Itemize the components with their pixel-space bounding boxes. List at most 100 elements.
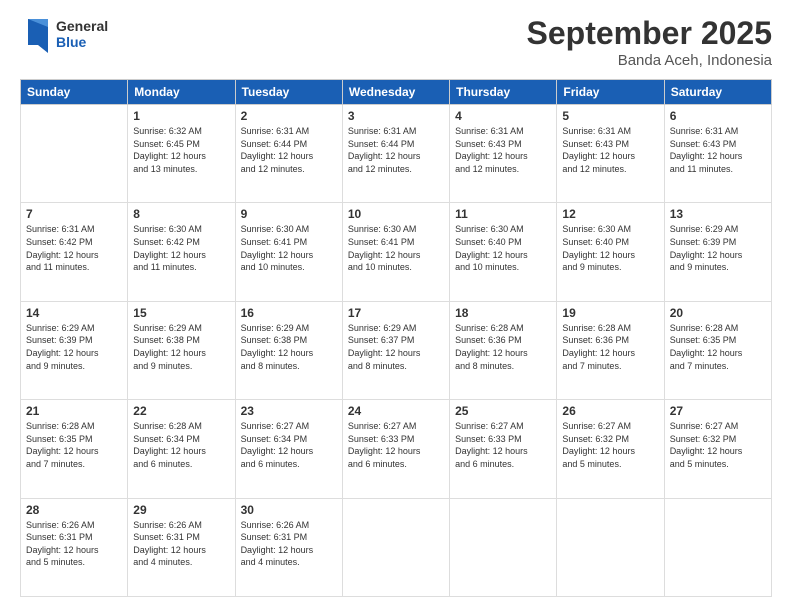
day-info: Sunrise: 6:31 AM Sunset: 6:42 PM Dayligh… bbox=[26, 223, 122, 273]
calendar-day-cell: 4 Sunrise: 6:31 AM Sunset: 6:43 PM Daylig… bbox=[450, 105, 557, 203]
calendar-day-cell: 6Sunrise: 6:31 AM Sunset: 6:43 PM Daylig… bbox=[664, 105, 771, 203]
calendar-day-cell bbox=[450, 498, 557, 596]
day-number: 1 bbox=[133, 109, 229, 123]
day-number: 15 bbox=[133, 306, 229, 320]
calendar-day-cell: 1 Sunrise: 6:32 AM Sunset: 6:45 PM Daylig… bbox=[128, 105, 235, 203]
day-info: Sunrise: 6:29 AM Sunset: 6:39 PM Dayligh… bbox=[26, 322, 122, 372]
calendar-week-row: 1 Sunrise: 6:32 AM Sunset: 6:45 PM Daylig… bbox=[21, 105, 772, 203]
day-number: 22 bbox=[133, 404, 229, 418]
calendar-day-cell: 3 Sunrise: 6:31 AM Sunset: 6:44 PM Daylig… bbox=[342, 105, 449, 203]
day-number: 2 bbox=[241, 109, 337, 123]
calendar-day-cell: 22Sunrise: 6:28 AM Sunset: 6:34 PM Dayli… bbox=[128, 400, 235, 498]
logo: General Blue bbox=[20, 15, 108, 53]
day-info: Sunrise: 6:27 AM Sunset: 6:33 PM Dayligh… bbox=[348, 420, 444, 470]
calendar-week-row: 14 Sunrise: 6:29 AM Sunset: 6:39 PM Dayli… bbox=[21, 301, 772, 399]
day-info: Sunrise: 6:28 AM Sunset: 6:36 PM Dayligh… bbox=[455, 322, 551, 372]
page: General Blue September 2025 Banda Aceh, … bbox=[0, 0, 792, 612]
day-number: 20 bbox=[670, 306, 766, 320]
day-number: 12 bbox=[562, 207, 658, 221]
day-number: 6 bbox=[670, 109, 766, 123]
day-number: 8 bbox=[133, 207, 229, 221]
calendar-day-cell: 12 Sunrise: 6:30 AM Sunset: 6:40 PM Dayli… bbox=[557, 203, 664, 301]
calendar-day-cell: 29 Sunrise: 6:26 AM Sunset: 6:31 PM Dayli… bbox=[128, 498, 235, 596]
calendar-day-cell: 16Sunrise: 6:29 AM Sunset: 6:38 PM Dayli… bbox=[235, 301, 342, 399]
calendar-day-cell: 28 Sunrise: 6:26 AM Sunset: 6:31 PM Dayli… bbox=[21, 498, 128, 596]
day-number: 18 bbox=[455, 306, 551, 320]
calendar-day-cell: 5 Sunrise: 6:31 AM Sunset: 6:43 PM Daylig… bbox=[557, 105, 664, 203]
day-number: 3 bbox=[348, 109, 444, 123]
weekday-header: Wednesday bbox=[342, 80, 449, 105]
day-number: 21 bbox=[26, 404, 122, 418]
weekday-header: Monday bbox=[128, 80, 235, 105]
calendar-day-cell: 25 Sunrise: 6:27 AM Sunset: 6:33 PM Dayli… bbox=[450, 400, 557, 498]
month-title: September 2025 bbox=[527, 15, 772, 52]
day-info: Sunrise: 6:27 AM Sunset: 6:33 PM Dayligh… bbox=[455, 420, 551, 470]
day-info: Sunrise: 6:28 AM Sunset: 6:35 PM Dayligh… bbox=[670, 322, 766, 372]
logo-blue: Blue bbox=[56, 34, 108, 50]
logo-icon bbox=[20, 15, 52, 53]
day-info: Sunrise: 6:28 AM Sunset: 6:36 PM Dayligh… bbox=[562, 322, 658, 372]
calendar-day-cell bbox=[342, 498, 449, 596]
day-number: 26 bbox=[562, 404, 658, 418]
day-info: Sunrise: 6:30 AM Sunset: 6:40 PM Dayligh… bbox=[455, 223, 551, 273]
logo-text: General Blue bbox=[56, 18, 108, 50]
day-number: 24 bbox=[348, 404, 444, 418]
day-number: 17 bbox=[348, 306, 444, 320]
day-number: 10 bbox=[348, 207, 444, 221]
day-number: 13 bbox=[670, 207, 766, 221]
calendar-day-cell: 17 Sunrise: 6:29 AM Sunset: 6:37 PM Dayli… bbox=[342, 301, 449, 399]
day-info: Sunrise: 6:26 AM Sunset: 6:31 PM Dayligh… bbox=[241, 519, 337, 569]
day-number: 25 bbox=[455, 404, 551, 418]
weekday-header: Sunday bbox=[21, 80, 128, 105]
day-number: 29 bbox=[133, 503, 229, 517]
calendar-day-cell bbox=[557, 498, 664, 596]
day-info: Sunrise: 6:31 AM Sunset: 6:43 PM Dayligh… bbox=[562, 125, 658, 175]
calendar-week-row: 21 Sunrise: 6:28 AM Sunset: 6:35 PM Dayli… bbox=[21, 400, 772, 498]
location: Banda Aceh, Indonesia bbox=[527, 52, 772, 69]
weekday-header: Friday bbox=[557, 80, 664, 105]
calendar-day-cell: 2 Sunrise: 6:31 AM Sunset: 6:44 PM Daylig… bbox=[235, 105, 342, 203]
calendar-day-cell: 27 Sunrise: 6:27 AM Sunset: 6:32 PM Dayli… bbox=[664, 400, 771, 498]
day-number: 9 bbox=[241, 207, 337, 221]
day-info: Sunrise: 6:29 AM Sunset: 6:37 PM Dayligh… bbox=[348, 322, 444, 372]
calendar-day-cell bbox=[664, 498, 771, 596]
day-number: 4 bbox=[455, 109, 551, 123]
day-info: Sunrise: 6:28 AM Sunset: 6:35 PM Dayligh… bbox=[26, 420, 122, 470]
calendar-day-cell: 18 Sunrise: 6:28 AM Sunset: 6:36 PM Dayli… bbox=[450, 301, 557, 399]
day-number: 19 bbox=[562, 306, 658, 320]
day-info: Sunrise: 6:30 AM Sunset: 6:41 PM Dayligh… bbox=[241, 223, 337, 273]
calendar-day-cell: 23Sunrise: 6:27 AM Sunset: 6:34 PM Dayli… bbox=[235, 400, 342, 498]
day-number: 7 bbox=[26, 207, 122, 221]
calendar-week-row: 28 Sunrise: 6:26 AM Sunset: 6:31 PM Dayli… bbox=[21, 498, 772, 596]
day-number: 28 bbox=[26, 503, 122, 517]
day-info: Sunrise: 6:31 AM Sunset: 6:44 PM Dayligh… bbox=[348, 125, 444, 175]
day-number: 27 bbox=[670, 404, 766, 418]
calendar-day-cell: 21 Sunrise: 6:28 AM Sunset: 6:35 PM Dayli… bbox=[21, 400, 128, 498]
calendar-day-cell: 24 Sunrise: 6:27 AM Sunset: 6:33 PM Dayli… bbox=[342, 400, 449, 498]
calendar-day-cell: 13Sunrise: 6:29 AM Sunset: 6:39 PM Dayli… bbox=[664, 203, 771, 301]
day-number: 16 bbox=[241, 306, 337, 320]
calendar-day-cell: 11Sunrise: 6:30 AM Sunset: 6:40 PM Dayli… bbox=[450, 203, 557, 301]
day-number: 14 bbox=[26, 306, 122, 320]
weekday-header: Saturday bbox=[664, 80, 771, 105]
day-info: Sunrise: 6:26 AM Sunset: 6:31 PM Dayligh… bbox=[26, 519, 122, 569]
day-info: Sunrise: 6:30 AM Sunset: 6:40 PM Dayligh… bbox=[562, 223, 658, 273]
day-info: Sunrise: 6:27 AM Sunset: 6:32 PM Dayligh… bbox=[670, 420, 766, 470]
calendar-day-cell: 30Sunrise: 6:26 AM Sunset: 6:31 PM Dayli… bbox=[235, 498, 342, 596]
day-info: Sunrise: 6:31 AM Sunset: 6:43 PM Dayligh… bbox=[455, 125, 551, 175]
logo-general: General bbox=[56, 18, 108, 34]
day-number: 5 bbox=[562, 109, 658, 123]
day-info: Sunrise: 6:31 AM Sunset: 6:44 PM Dayligh… bbox=[241, 125, 337, 175]
calendar-day-cell: 15 Sunrise: 6:29 AM Sunset: 6:38 PM Dayli… bbox=[128, 301, 235, 399]
day-info: Sunrise: 6:32 AM Sunset: 6:45 PM Dayligh… bbox=[133, 125, 229, 175]
calendar-day-cell: 14 Sunrise: 6:29 AM Sunset: 6:39 PM Dayli… bbox=[21, 301, 128, 399]
day-info: Sunrise: 6:29 AM Sunset: 6:38 PM Dayligh… bbox=[133, 322, 229, 372]
calendar-day-cell: 9 Sunrise: 6:30 AM Sunset: 6:41 PM Daylig… bbox=[235, 203, 342, 301]
calendar-week-row: 7 Sunrise: 6:31 AM Sunset: 6:42 PM Daylig… bbox=[21, 203, 772, 301]
day-info: Sunrise: 6:27 AM Sunset: 6:34 PM Dayligh… bbox=[241, 420, 337, 470]
calendar-table: SundayMondayTuesdayWednesdayThursdayFrid… bbox=[20, 79, 772, 597]
day-info: Sunrise: 6:26 AM Sunset: 6:31 PM Dayligh… bbox=[133, 519, 229, 569]
calendar-header-row: SundayMondayTuesdayWednesdayThursdayFrid… bbox=[21, 80, 772, 105]
calendar-day-cell: 19 Sunrise: 6:28 AM Sunset: 6:36 PM Dayli… bbox=[557, 301, 664, 399]
calendar-day-cell: 20 Sunrise: 6:28 AM Sunset: 6:35 PM Dayli… bbox=[664, 301, 771, 399]
